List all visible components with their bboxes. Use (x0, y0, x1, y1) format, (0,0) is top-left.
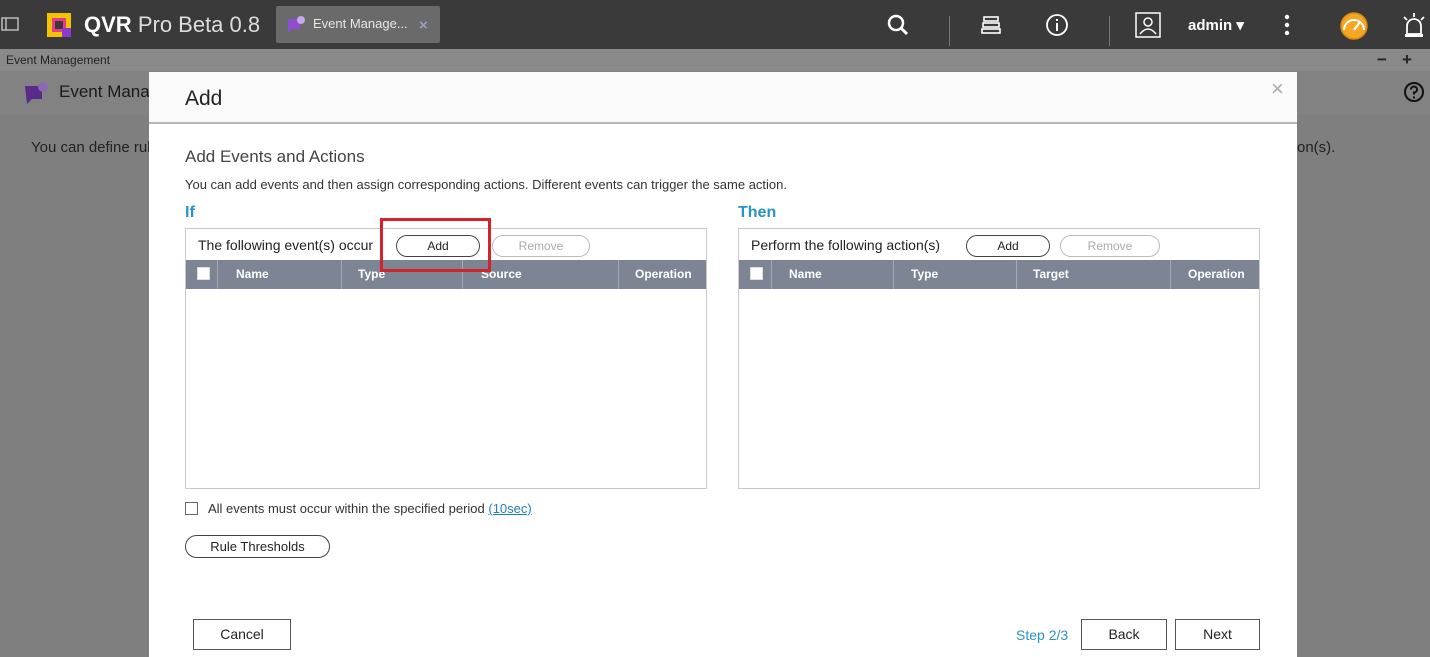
section-title: Add Events and Actions (185, 147, 365, 166)
select-all-column (186, 260, 218, 289)
event-management-icon (25, 82, 48, 104)
event-management-icon (288, 16, 305, 33)
next-button[interactable]: Next (1175, 619, 1260, 650)
qvr-logo-icon (47, 13, 71, 37)
minimize-button[interactable]: − (1377, 50, 1387, 70)
section-description: You can add events and then assign corre… (185, 177, 787, 192)
column-header[interactable]: Target (1017, 260, 1171, 289)
period-link[interactable]: (10sec) (488, 501, 531, 516)
alarm-light-icon[interactable] (1400, 12, 1428, 38)
column-header[interactable]: Operation (1171, 260, 1259, 289)
select-all-column (739, 260, 772, 289)
rule-thresholds-button[interactable]: Rule Thresholds (185, 535, 330, 558)
period-checkbox[interactable] (185, 502, 198, 515)
tab-label: Event Manage... (313, 16, 408, 31)
sidebar-toggle-icon[interactable] (0, 13, 22, 35)
page-description-end: on(s). (1297, 139, 1336, 156)
select-all-checkbox[interactable] (750, 267, 763, 280)
user-avatar-icon[interactable] (1135, 12, 1161, 38)
tab-event-management[interactable]: Event Manage... × (276, 6, 440, 43)
column-header[interactable]: Operation (619, 260, 706, 289)
app-title: QVR Pro Beta 0.8 (84, 12, 260, 38)
highlight-annotation (380, 218, 491, 272)
maximize-button[interactable]: + (1402, 50, 1412, 70)
actions-label: Perform the following action(s) (751, 237, 941, 253)
remove-action-button[interactable]: Remove (1060, 235, 1160, 257)
column-header[interactable]: Type (894, 260, 1017, 289)
toolbar-separator (1109, 16, 1110, 46)
then-label: Then (738, 204, 777, 221)
column-header[interactable]: Name (772, 260, 894, 289)
tab-close-icon[interactable]: × (419, 17, 428, 34)
step-indicator: Step 2/3 (1016, 627, 1069, 643)
dialog-header: Add × (149, 72, 1297, 124)
if-label: If (185, 204, 195, 221)
app-title-main: QVR (84, 12, 132, 37)
window-title-bar: Event Management − + (0, 49, 1430, 71)
select-all-checkbox[interactable] (197, 267, 210, 280)
app-title-sub: Pro Beta 0.8 (137, 12, 261, 37)
add-rule-dialog: Add × Add Events and Actions You can add… (149, 72, 1297, 657)
column-header[interactable]: Name (218, 260, 342, 289)
back-button[interactable]: Back (1081, 619, 1167, 650)
page-title: Event Manag (59, 82, 160, 101)
window-title: Event Management (6, 53, 111, 67)
toolbar-separator (949, 16, 950, 46)
actions-panel: Perform the following action(s) Add Remo… (738, 228, 1260, 489)
actions-table-header: Name Type Target Operation (739, 260, 1259, 289)
task-stack-icon[interactable] (978, 12, 1004, 38)
add-action-button[interactable]: Add (966, 235, 1050, 257)
cancel-button[interactable]: Cancel (193, 619, 291, 650)
help-icon[interactable] (1403, 81, 1425, 103)
page-description: You can define rul (31, 139, 151, 156)
remove-event-button[interactable]: Remove (492, 235, 590, 257)
period-label: All events must occur within the specifi… (208, 501, 532, 516)
user-menu[interactable]: admin ▾ (1188, 16, 1244, 34)
top-bar: QVR Pro Beta 0.8 Event Manage... × admin… (0, 0, 1430, 49)
period-text: All events must occur within the specifi… (208, 501, 489, 516)
dialog-title: Add (185, 87, 223, 110)
more-options-icon[interactable] (1274, 12, 1300, 38)
close-icon[interactable]: × (1271, 76, 1284, 102)
speedometer-icon[interactable] (1338, 10, 1370, 40)
events-label: The following event(s) occur (198, 237, 374, 253)
search-icon[interactable] (885, 12, 911, 38)
actions-toolbar: Perform the following action(s) Add Remo… (739, 229, 1259, 260)
info-icon[interactable] (1044, 12, 1070, 38)
